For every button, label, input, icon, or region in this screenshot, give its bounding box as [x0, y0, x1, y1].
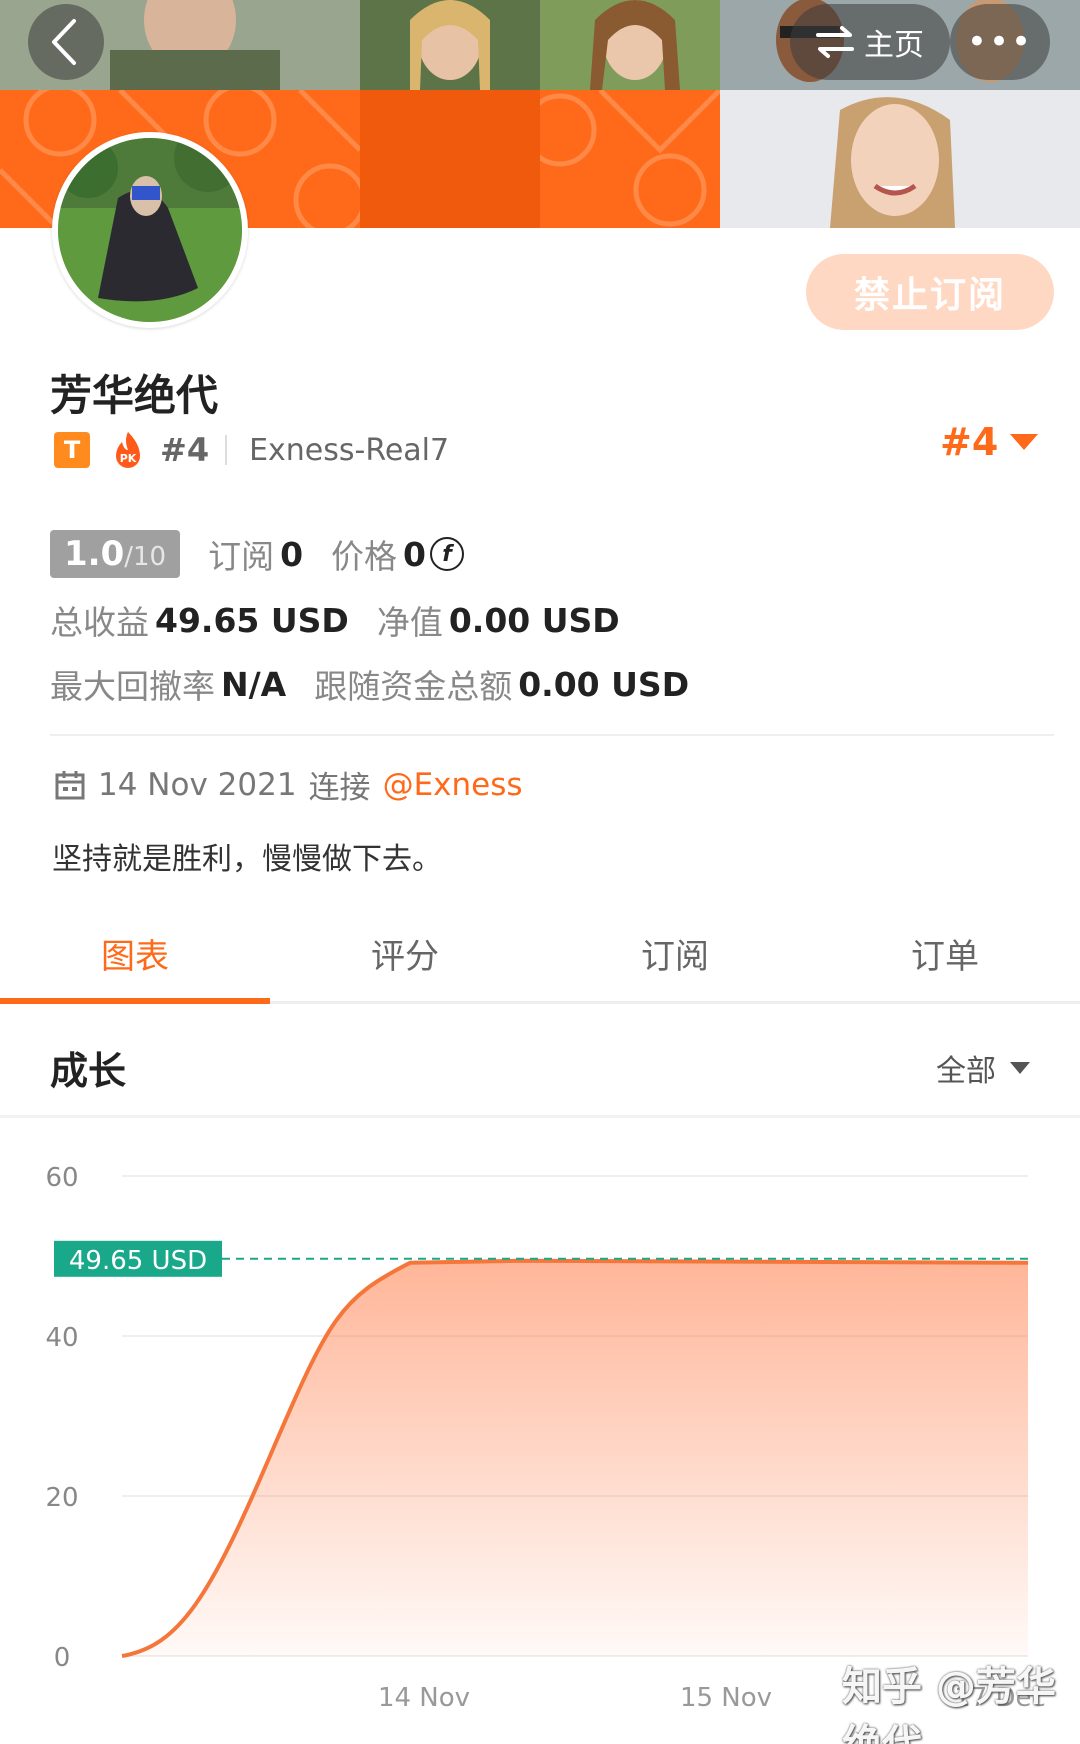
follow-total-label: 跟随资金总额	[314, 667, 513, 706]
back-button[interactable]	[28, 4, 104, 80]
score-value: 1.0	[64, 534, 125, 574]
growth-area	[122, 1260, 1028, 1656]
more-options-button[interactable]: •••	[950, 4, 1050, 80]
score-max: /10	[124, 542, 167, 572]
range-dropdown[interactable]: 全部	[936, 1046, 1030, 1090]
avatar[interactable]	[52, 132, 248, 328]
home-label: 主页	[864, 28, 924, 63]
block-subscription-button[interactable]: 禁止订阅	[806, 254, 1054, 330]
stats-row-1: 1.0/10 订阅 0 价格 0 f	[50, 530, 1050, 578]
tab-rating[interactable]: 评分	[270, 906, 540, 1001]
watermark: 知乎 @芳华绝代	[842, 1664, 1056, 1744]
price-label: 价格	[331, 537, 398, 576]
tab-subscriptions[interactable]: 订阅	[540, 906, 810, 1001]
banner-photo	[540, 0, 720, 90]
x-tick-label: 14 Nov	[378, 1683, 470, 1713]
equity-label: 净值	[376, 603, 443, 642]
server-name: Exness-Real7	[249, 432, 450, 468]
score-badge: 1.0/10	[50, 530, 181, 578]
y-tick-label: 20	[45, 1483, 78, 1513]
banner-photo	[720, 90, 1080, 228]
x-tick-label: 15 Nov	[680, 1683, 772, 1713]
follow-total-value: 0.00 USD	[518, 664, 690, 704]
trader-t-badge: T	[54, 432, 90, 468]
y-tick-label: 60	[45, 1163, 78, 1193]
calendar-icon	[54, 769, 86, 801]
broker-link[interactable]: @Exness	[383, 767, 523, 803]
stats-row-3: 最大回撤率 N/A 跟随资金总额 0.00 USD	[50, 660, 1050, 708]
divider	[50, 734, 1054, 736]
rank-dropdown[interactable]: #4	[940, 420, 1039, 464]
price-value: 0	[403, 534, 427, 574]
banner-pattern-tile	[360, 90, 540, 228]
chevron-left-icon	[52, 19, 76, 65]
bio-text: 坚持就是胜利，慢慢做下去。	[52, 842, 442, 877]
growth-header: 成长 全部	[0, 1006, 1080, 1118]
tab-orders[interactable]: 订单	[810, 906, 1080, 1001]
banner-pattern-tile	[540, 90, 720, 228]
pk-rank: #4	[160, 431, 210, 469]
max-drawdown-label: 最大回撤率	[50, 667, 215, 706]
tab-bar: 图表 评分 订阅 订单	[0, 906, 1080, 1004]
total-profit-value: 49.65 USD	[155, 600, 349, 640]
equity-value: 0.00 USD	[448, 600, 620, 640]
caret-down-icon	[1010, 434, 1039, 450]
rank-value: #4	[940, 420, 999, 464]
current-value-label: 49.65 USD	[69, 1246, 207, 1276]
pk-fire-icon: PK	[110, 430, 146, 470]
stats-row-2: 总收益 49.65 USD 净值 0.00 USD	[50, 596, 1050, 644]
connection-row: 14 Nov 2021 连接 @Exness	[54, 762, 523, 807]
growth-title: 成长	[50, 1049, 127, 1093]
connect-label: 连接	[308, 770, 371, 806]
growth-chart[interactable]: 020406014 Nov 15 Nov 17 Dec49.65 USD	[0, 1122, 1080, 1744]
username: 芳华绝代	[50, 371, 219, 420]
y-tick-label: 0	[54, 1643, 71, 1673]
swap-icon	[816, 26, 854, 58]
subscribe-count: 0	[280, 534, 304, 574]
total-profit-label: 总收益	[50, 603, 149, 642]
coin-icon: f	[430, 537, 465, 571]
divider	[225, 435, 228, 465]
more-dots-icon: •••	[966, 22, 1034, 62]
y-tick-label: 40	[45, 1323, 78, 1353]
caret-down-icon	[1010, 1062, 1030, 1074]
tab-chart[interactable]: 图表	[0, 906, 270, 1004]
range-value: 全部	[936, 1054, 996, 1089]
switch-home-button[interactable]: 主页	[790, 4, 950, 80]
subscribe-label: 订阅	[208, 537, 275, 576]
trader-meta-row: T PK #4 Exness-Real7	[54, 428, 449, 472]
banner-photo	[360, 0, 540, 90]
pk-label: PK	[120, 452, 137, 465]
connection-date: 14 Nov 2021	[98, 766, 297, 803]
max-drawdown-value: N/A	[221, 664, 287, 704]
